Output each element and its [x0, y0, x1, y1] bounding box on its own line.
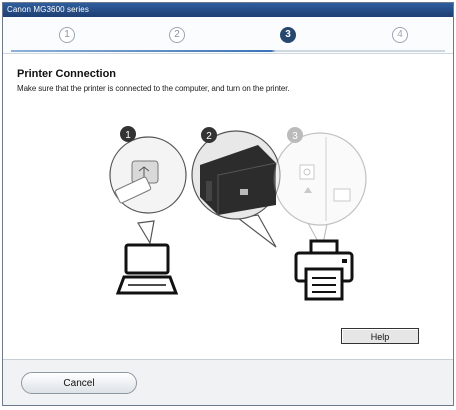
- step-4: 4: [392, 27, 408, 43]
- setup-window: Canon MG3600 series 1 2 3 4 Printer Conn…: [2, 2, 454, 406]
- progress-line: [11, 50, 445, 52]
- laptop-icon: [115, 243, 179, 295]
- cancel-button[interactable]: Cancel: [21, 372, 137, 394]
- step-3: 3: [280, 27, 296, 43]
- page-description: Make sure that the printer is connected …: [17, 84, 290, 93]
- printer-power-panel-icon: [273, 132, 367, 251]
- printer-icon: [294, 239, 354, 301]
- usb-plug-icon: [109, 136, 187, 245]
- step-1: 1: [59, 27, 75, 43]
- printer-rear-port-icon: [191, 130, 281, 248]
- badge-3-label: 3: [292, 131, 298, 142]
- window-title: Canon MG3600 series: [3, 3, 453, 17]
- connection-illustration: 1 2 3: [109, 126, 367, 301]
- badge-1-label: 1: [125, 130, 131, 141]
- page-title: Printer Connection: [17, 68, 117, 80]
- main-content: Printer Connection Make sure that the pr…: [3, 54, 453, 93]
- badge-2-label: 2: [206, 131, 212, 142]
- footer-bar: Cancel: [3, 359, 453, 405]
- help-button[interactable]: Help: [341, 328, 419, 344]
- step-indicator: 1 2 3 4: [3, 17, 453, 54]
- step-2: 2: [169, 27, 185, 43]
